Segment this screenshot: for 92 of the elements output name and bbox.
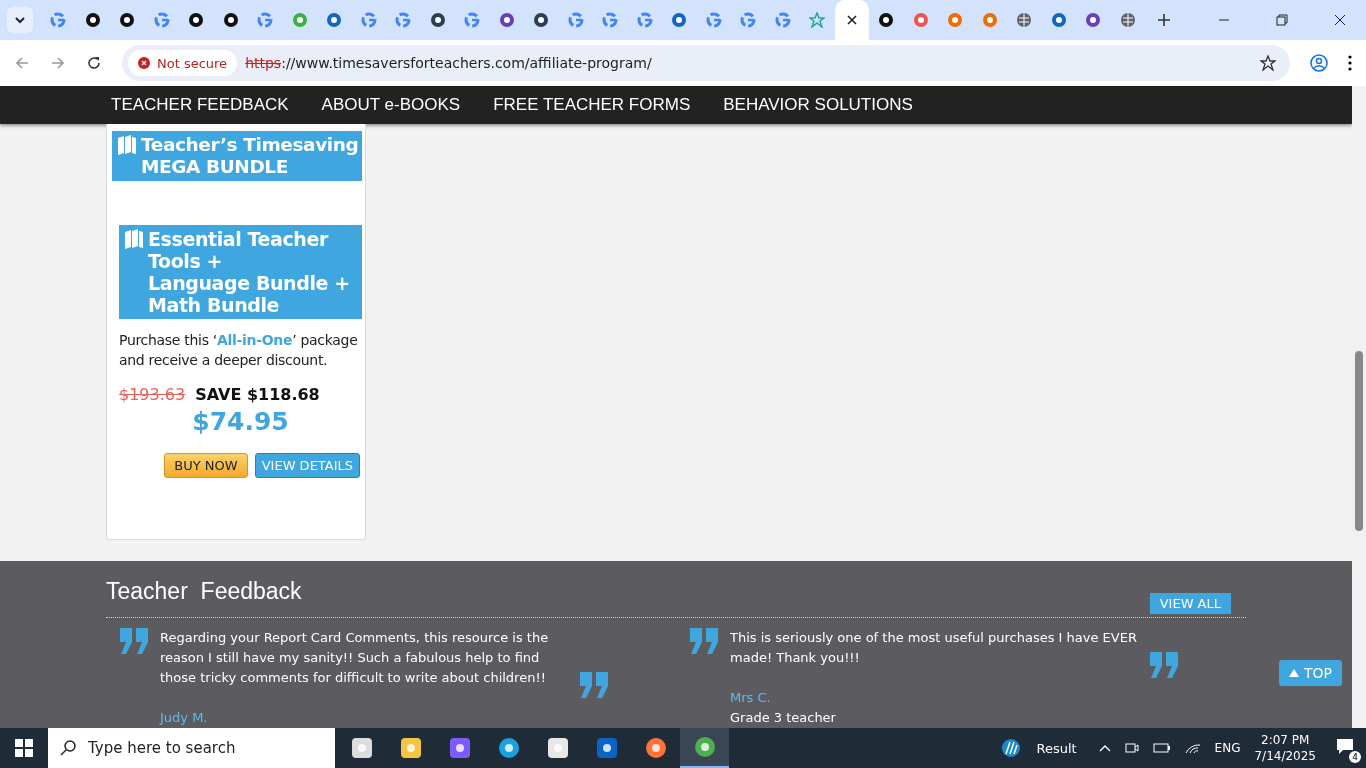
open-quote-icon: [690, 628, 720, 654]
globe-icon: [1119, 12, 1136, 28]
clock-time[interactable]: 2:07 PM: [1261, 732, 1310, 748]
site-favicon-icon: [498, 12, 515, 28]
g-logo-icon: [50, 12, 67, 28]
nav-link[interactable]: FREE TEACHER FORMS: [493, 95, 691, 115]
banner-title: Essential Teacher Tools + Language Bundle + Math Bundle: [148, 228, 350, 316]
star-icon: [809, 12, 826, 28]
testimonial-author: Mrs C.: [730, 689, 772, 707]
error-icon: [138, 57, 150, 69]
site-favicon-icon: [671, 12, 688, 28]
battery-icon[interactable]: [1152, 743, 1171, 753]
author-role: Grade 3 teacher: [730, 709, 837, 727]
g-logo-icon: [464, 12, 481, 28]
back-icon[interactable]: [14, 55, 30, 71]
new-tab-icon[interactable]: [1157, 13, 1171, 27]
camera-icon[interactable]: [1124, 741, 1139, 755]
taskbar-app[interactable]: [680, 728, 729, 768]
clock-date[interactable]: 7/14/2025: [1254, 748, 1316, 764]
site-favicon-icon: [533, 12, 550, 28]
site-favicon-icon: [326, 12, 343, 28]
caret-icon: [1289, 669, 1299, 677]
site-favicon-icon: [878, 12, 895, 28]
app-icon: [693, 736, 716, 758]
app-icon: [497, 737, 520, 759]
nav-link[interactable]: ABOUT e-BOOKS: [321, 95, 461, 115]
site-favicon-icon: [947, 12, 964, 28]
site-favicon-icon: [291, 12, 308, 28]
notification-count: 4: [1349, 750, 1361, 763]
open-quote-icon: [120, 628, 150, 654]
site-favicon-icon: [981, 12, 998, 28]
close-icon[interactable]: [845, 14, 858, 26]
taskbar-search-field[interactable]: Type here to search: [48, 728, 335, 768]
profile-icon[interactable]: [1310, 54, 1328, 72]
app-icon: [595, 737, 618, 759]
reload-icon[interactable]: [86, 55, 102, 71]
site-favicon-icon: [912, 12, 929, 28]
tab-list-caret-icon[interactable]: [7, 7, 33, 33]
wifi-icon[interactable]: [1184, 742, 1201, 754]
books-icon: [123, 228, 145, 250]
testimonial-author: Judy M.: [160, 709, 209, 727]
globe-icon: [1016, 12, 1033, 28]
url-text[interactable]: https://www.timesaversforteachers.com/affiliate-program/: [245, 55, 652, 71]
old-price: $193.63: [119, 385, 186, 404]
nav-link[interactable]: BEHAVIOR SOLUTIONS: [723, 95, 913, 115]
language-indicator[interactable]: ENG: [1214, 741, 1241, 755]
site-favicon-icon: [119, 12, 136, 28]
close-quote-icon: [1150, 652, 1180, 678]
nav-link[interactable]: TEACHER FEEDBACK: [111, 95, 289, 115]
g-logo-icon: [740, 12, 757, 28]
weather-text[interactable]: Result: [1036, 740, 1077, 756]
buy-now-button[interactable]: BUY NOW: [164, 453, 248, 478]
books-icon: [116, 134, 138, 156]
site-favicon-icon: [1085, 12, 1102, 28]
scrollbar[interactable]: [1352, 86, 1366, 728]
section-title: Teacher Feedback: [106, 578, 302, 605]
app-icon: [448, 737, 471, 759]
close-icon[interactable]: [1334, 14, 1346, 26]
chevron-up-icon[interactable]: [1098, 744, 1111, 752]
g-logo-icon: [774, 12, 791, 28]
app-icon: [546, 737, 569, 759]
banner-title: Teacher’s Timesaving MEGA BUNDLE: [141, 134, 359, 178]
g-logo-icon: [360, 12, 377, 28]
restore-icon[interactable]: [1276, 14, 1288, 26]
app-icon: [399, 737, 422, 759]
app-icon: [644, 737, 667, 759]
g-logo-icon: [257, 12, 274, 28]
forward-icon[interactable]: [50, 55, 66, 71]
weather-icon[interactable]: [1000, 738, 1023, 758]
site-favicon-icon: [429, 12, 446, 28]
g-logo-icon: [567, 12, 584, 28]
price: $74.95: [191, 407, 290, 436]
g-logo-icon: [395, 12, 412, 28]
g-logo-icon: [602, 12, 619, 28]
g-logo-icon: [636, 12, 653, 28]
security-chip[interactable]: Not secure: [128, 50, 238, 76]
site-favicon-icon: [1050, 12, 1067, 28]
windows-start-icon[interactable]: [15, 739, 33, 757]
product-description: Purchase this ‘All-in-One’ package and receive a deeper discount.: [119, 331, 359, 370]
testimonial-text: Regarding your Report Card Comments, this resource is the reason I still have my sanity!! Such a fabulous help to find those tricky comments for difficult to write about children!!: [160, 629, 550, 687]
site-favicon-icon: [188, 12, 205, 28]
bookmark-star-icon[interactable]: [1260, 55, 1276, 71]
search-icon: [60, 740, 76, 756]
site-favicon-icon: [222, 12, 239, 28]
savings-text: SAVE $118.68: [195, 385, 320, 404]
menu-icon[interactable]: [1348, 55, 1352, 71]
site-favicon-icon: [84, 12, 101, 28]
g-logo-icon: [705, 12, 722, 28]
app-icon: [350, 737, 373, 759]
testimonial-text: This is seriously one of the most useful purchases I have EVER made! Thank you!!!: [730, 629, 1138, 667]
g-logo-icon: [153, 12, 170, 28]
close-quote-icon: [580, 672, 610, 698]
